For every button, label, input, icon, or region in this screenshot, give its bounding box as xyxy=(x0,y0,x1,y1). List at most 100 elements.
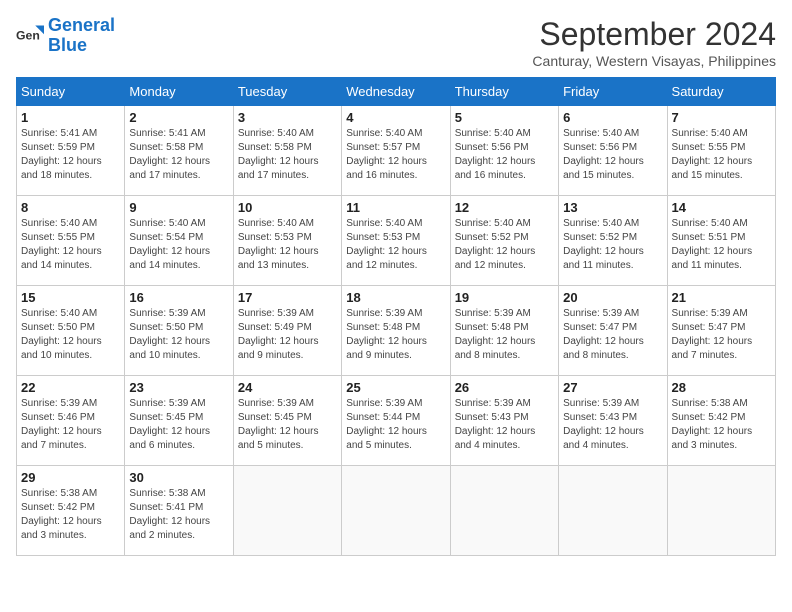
day-number: 15 xyxy=(21,290,120,305)
day-number: 5 xyxy=(455,110,554,125)
day-number: 27 xyxy=(563,380,662,395)
day-info: Sunrise: 5:38 AM Sunset: 5:42 PM Dayligh… xyxy=(672,397,771,453)
calendar-day-cell: 2 Sunrise: 5:41 AM Sunset: 5:58 PM Dayli… xyxy=(125,106,233,196)
calendar-day-cell: 30 Sunrise: 5:38 AM Sunset: 5:41 PM Dayl… xyxy=(125,466,233,556)
calendar-day-cell: 21 Sunrise: 5:39 AM Sunset: 5:47 PM Dayl… xyxy=(667,286,775,376)
day-number: 30 xyxy=(129,470,228,485)
day-number: 16 xyxy=(129,290,228,305)
day-number: 12 xyxy=(455,200,554,215)
calendar-day-cell: 22 Sunrise: 5:39 AM Sunset: 5:46 PM Dayl… xyxy=(17,376,125,466)
day-info: Sunrise: 5:40 AM Sunset: 5:52 PM Dayligh… xyxy=(455,217,554,273)
calendar-day-cell xyxy=(233,466,341,556)
day-number: 22 xyxy=(21,380,120,395)
day-info: Sunrise: 5:40 AM Sunset: 5:56 PM Dayligh… xyxy=(455,127,554,183)
day-number: 10 xyxy=(238,200,337,215)
day-number: 19 xyxy=(455,290,554,305)
weekday-header-wednesday: Wednesday xyxy=(342,78,450,106)
day-number: 8 xyxy=(21,200,120,215)
calendar-day-cell: 15 Sunrise: 5:40 AM Sunset: 5:50 PM Dayl… xyxy=(17,286,125,376)
day-info: Sunrise: 5:39 AM Sunset: 5:49 PM Dayligh… xyxy=(238,307,337,363)
calendar-day-cell: 11 Sunrise: 5:40 AM Sunset: 5:53 PM Dayl… xyxy=(342,196,450,286)
day-number: 29 xyxy=(21,470,120,485)
location-subtitle: Canturay, Western Visayas, Philippines xyxy=(532,53,776,69)
logo: Gen General Blue xyxy=(16,16,115,56)
weekday-header-sunday: Sunday xyxy=(17,78,125,106)
calendar-day-cell: 29 Sunrise: 5:38 AM Sunset: 5:42 PM Dayl… xyxy=(17,466,125,556)
calendar-day-cell: 17 Sunrise: 5:39 AM Sunset: 5:49 PM Dayl… xyxy=(233,286,341,376)
page-header: Gen General Blue September 2024 Canturay… xyxy=(16,16,776,69)
calendar-day-cell: 13 Sunrise: 5:40 AM Sunset: 5:52 PM Dayl… xyxy=(559,196,667,286)
calendar-day-cell: 14 Sunrise: 5:40 AM Sunset: 5:51 PM Dayl… xyxy=(667,196,775,286)
calendar-day-cell: 23 Sunrise: 5:39 AM Sunset: 5:45 PM Dayl… xyxy=(125,376,233,466)
calendar-day-cell: 5 Sunrise: 5:40 AM Sunset: 5:56 PM Dayli… xyxy=(450,106,558,196)
day-info: Sunrise: 5:40 AM Sunset: 5:56 PM Dayligh… xyxy=(563,127,662,183)
day-info: Sunrise: 5:41 AM Sunset: 5:58 PM Dayligh… xyxy=(129,127,228,183)
day-info: Sunrise: 5:40 AM Sunset: 5:55 PM Dayligh… xyxy=(21,217,120,273)
day-info: Sunrise: 5:40 AM Sunset: 5:53 PM Dayligh… xyxy=(238,217,337,273)
calendar-week-row: 29 Sunrise: 5:38 AM Sunset: 5:42 PM Dayl… xyxy=(17,466,776,556)
day-info: Sunrise: 5:39 AM Sunset: 5:46 PM Dayligh… xyxy=(21,397,120,453)
day-number: 28 xyxy=(672,380,771,395)
calendar-day-cell xyxy=(667,466,775,556)
calendar-day-cell: 12 Sunrise: 5:40 AM Sunset: 5:52 PM Dayl… xyxy=(450,196,558,286)
calendar-table: SundayMondayTuesdayWednesdayThursdayFrid… xyxy=(16,77,776,556)
calendar-day-cell: 19 Sunrise: 5:39 AM Sunset: 5:48 PM Dayl… xyxy=(450,286,558,376)
day-number: 23 xyxy=(129,380,228,395)
weekday-header-thursday: Thursday xyxy=(450,78,558,106)
calendar-day-cell xyxy=(342,466,450,556)
day-number: 20 xyxy=(563,290,662,305)
calendar-day-cell: 27 Sunrise: 5:39 AM Sunset: 5:43 PM Dayl… xyxy=(559,376,667,466)
day-info: Sunrise: 5:38 AM Sunset: 5:42 PM Dayligh… xyxy=(21,487,120,543)
day-number: 18 xyxy=(346,290,445,305)
day-info: Sunrise: 5:39 AM Sunset: 5:43 PM Dayligh… xyxy=(455,397,554,453)
calendar-day-cell: 20 Sunrise: 5:39 AM Sunset: 5:47 PM Dayl… xyxy=(559,286,667,376)
day-info: Sunrise: 5:39 AM Sunset: 5:45 PM Dayligh… xyxy=(129,397,228,453)
calendar-day-cell: 26 Sunrise: 5:39 AM Sunset: 5:43 PM Dayl… xyxy=(450,376,558,466)
calendar-day-cell: 6 Sunrise: 5:40 AM Sunset: 5:56 PM Dayli… xyxy=(559,106,667,196)
day-number: 1 xyxy=(21,110,120,125)
day-number: 26 xyxy=(455,380,554,395)
day-number: 11 xyxy=(346,200,445,215)
day-info: Sunrise: 5:40 AM Sunset: 5:55 PM Dayligh… xyxy=(672,127,771,183)
day-info: Sunrise: 5:40 AM Sunset: 5:53 PM Dayligh… xyxy=(346,217,445,273)
day-number: 25 xyxy=(346,380,445,395)
calendar-day-cell: 25 Sunrise: 5:39 AM Sunset: 5:44 PM Dayl… xyxy=(342,376,450,466)
day-info: Sunrise: 5:39 AM Sunset: 5:44 PM Dayligh… xyxy=(346,397,445,453)
day-info: Sunrise: 5:39 AM Sunset: 5:47 PM Dayligh… xyxy=(563,307,662,363)
calendar-day-cell xyxy=(450,466,558,556)
day-info: Sunrise: 5:40 AM Sunset: 5:51 PM Dayligh… xyxy=(672,217,771,273)
day-number: 7 xyxy=(672,110,771,125)
calendar-day-cell: 1 Sunrise: 5:41 AM Sunset: 5:59 PM Dayli… xyxy=(17,106,125,196)
day-info: Sunrise: 5:39 AM Sunset: 5:48 PM Dayligh… xyxy=(455,307,554,363)
logo-icon: Gen xyxy=(16,22,44,50)
calendar-week-row: 15 Sunrise: 5:40 AM Sunset: 5:50 PM Dayl… xyxy=(17,286,776,376)
day-info: Sunrise: 5:41 AM Sunset: 5:59 PM Dayligh… xyxy=(21,127,120,183)
title-block: September 2024 Canturay, Western Visayas… xyxy=(532,16,776,69)
day-number: 24 xyxy=(238,380,337,395)
logo-line2: Blue xyxy=(48,36,115,56)
calendar-week-row: 1 Sunrise: 5:41 AM Sunset: 5:59 PM Dayli… xyxy=(17,106,776,196)
calendar-day-cell: 28 Sunrise: 5:38 AM Sunset: 5:42 PM Dayl… xyxy=(667,376,775,466)
day-number: 4 xyxy=(346,110,445,125)
calendar-day-cell xyxy=(559,466,667,556)
calendar-day-cell: 10 Sunrise: 5:40 AM Sunset: 5:53 PM Dayl… xyxy=(233,196,341,286)
day-info: Sunrise: 5:40 AM Sunset: 5:57 PM Dayligh… xyxy=(346,127,445,183)
calendar-day-cell: 3 Sunrise: 5:40 AM Sunset: 5:58 PM Dayli… xyxy=(233,106,341,196)
day-info: Sunrise: 5:39 AM Sunset: 5:43 PM Dayligh… xyxy=(563,397,662,453)
day-number: 17 xyxy=(238,290,337,305)
calendar-week-row: 22 Sunrise: 5:39 AM Sunset: 5:46 PM Dayl… xyxy=(17,376,776,466)
weekday-header-saturday: Saturday xyxy=(667,78,775,106)
logo-text: General Blue xyxy=(48,16,115,56)
calendar-day-cell: 4 Sunrise: 5:40 AM Sunset: 5:57 PM Dayli… xyxy=(342,106,450,196)
svg-text:Gen: Gen xyxy=(16,28,40,42)
calendar-week-row: 8 Sunrise: 5:40 AM Sunset: 5:55 PM Dayli… xyxy=(17,196,776,286)
calendar-day-cell: 18 Sunrise: 5:39 AM Sunset: 5:48 PM Dayl… xyxy=(342,286,450,376)
calendar-day-cell: 8 Sunrise: 5:40 AM Sunset: 5:55 PM Dayli… xyxy=(17,196,125,286)
day-info: Sunrise: 5:40 AM Sunset: 5:52 PM Dayligh… xyxy=(563,217,662,273)
day-number: 14 xyxy=(672,200,771,215)
day-info: Sunrise: 5:39 AM Sunset: 5:47 PM Dayligh… xyxy=(672,307,771,363)
day-info: Sunrise: 5:39 AM Sunset: 5:50 PM Dayligh… xyxy=(129,307,228,363)
day-info: Sunrise: 5:39 AM Sunset: 5:45 PM Dayligh… xyxy=(238,397,337,453)
calendar-day-cell: 7 Sunrise: 5:40 AM Sunset: 5:55 PM Dayli… xyxy=(667,106,775,196)
day-info: Sunrise: 5:40 AM Sunset: 5:50 PM Dayligh… xyxy=(21,307,120,363)
